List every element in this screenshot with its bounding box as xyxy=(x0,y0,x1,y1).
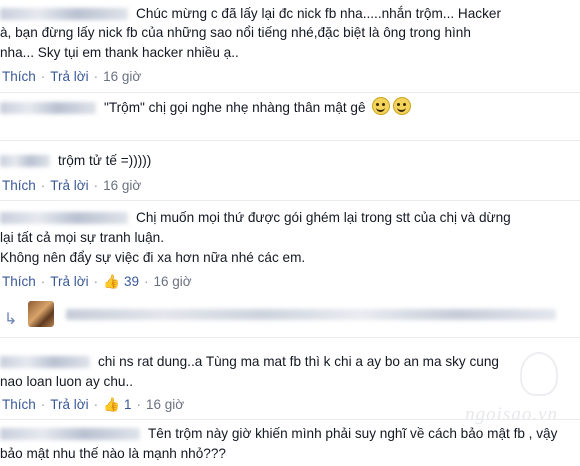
author-name[interactable] xyxy=(0,428,140,441)
divider xyxy=(0,337,580,338)
author-name[interactable] xyxy=(0,102,96,115)
like-count[interactable]: 1 xyxy=(124,397,132,412)
comment-actions: Thích · Trả lời · 👍 1 · 16 giờ xyxy=(2,397,185,412)
comment-text: Chúc mừng c đã lấy lại đc nick fb nha...… xyxy=(0,4,501,23)
author-name[interactable] xyxy=(0,8,128,21)
comment-text-line: nha... Sky tụi em thank hacker nhiều ạ.. xyxy=(0,45,239,60)
watermark: ngoisao.vn xyxy=(465,404,558,425)
reply-link[interactable]: Trả lời xyxy=(50,274,88,289)
timestamp[interactable]: 16 giờ xyxy=(146,397,184,412)
comment-3: trộm tử tế =))))) Thích · Trả lời · 16 giờ xyxy=(0,142,580,200)
like-link[interactable]: Thích xyxy=(2,274,36,289)
timestamp[interactable]: 16 giờ xyxy=(153,274,191,289)
comment-text-line: à, bạn đừng lấy nick fb của những sao nổ… xyxy=(0,25,471,40)
divider xyxy=(0,92,580,93)
laughing-emoji-icon xyxy=(372,97,391,115)
reply-thread[interactable]: ↳ xyxy=(0,297,580,337)
comment-text: Tên trộm này giờ khiến mình phải suy ngh… xyxy=(0,424,557,443)
comment-actions: Thích · Trả lời · 16 giờ xyxy=(2,69,142,84)
author-name[interactable] xyxy=(0,155,50,168)
thumbs-up-icon: 👍 xyxy=(103,397,120,412)
watermark-logo-icon xyxy=(520,352,558,396)
reply-arrow-icon: ↳ xyxy=(4,311,18,328)
comment-text-line: lại tất cả mọi sự tranh luận. xyxy=(0,230,164,245)
comment-text-line: nao loan luon ay chu.. xyxy=(0,374,134,389)
divider xyxy=(0,200,580,201)
timestamp[interactable]: 16 giờ xyxy=(103,69,141,84)
reply-author-name[interactable] xyxy=(66,309,556,320)
comment-2: "Trộm" chị gọi nghe nhẹ nhàng thân mật g… xyxy=(0,94,580,134)
comment-text: trộm tử tế =))))) xyxy=(0,151,151,170)
like-link[interactable]: Thích xyxy=(2,178,36,193)
divider xyxy=(0,140,580,141)
comment-actions: Thích · Trả lời · 👍 39 · 16 giờ xyxy=(2,274,192,289)
author-name[interactable] xyxy=(0,356,90,369)
comment-actions: Thích · Trả lời · 16 giờ xyxy=(2,178,142,193)
like-link[interactable]: Thích xyxy=(2,397,36,412)
comment-text-line: Không nên đẩy sự việc đi xa hơn nữa nhé … xyxy=(0,250,306,265)
comment-6: Tên trộm này giờ khiến mình phải suy ngh… xyxy=(0,421,580,466)
like-count[interactable]: 39 xyxy=(124,274,139,289)
laughing-emoji-icon xyxy=(393,97,412,115)
reply-link[interactable]: Trả lời xyxy=(50,178,88,193)
comment-4: Chị muốn mọi thứ được gói ghém lại trong… xyxy=(0,202,580,296)
comment-text: Chị muốn mọi thứ được gói ghém lại trong… xyxy=(0,208,511,227)
comment-1: Chúc mừng c đã lấy lại đc nick fb nha...… xyxy=(0,0,580,96)
thumbs-up-icon: 👍 xyxy=(103,274,120,289)
reply-link[interactable]: Trả lời xyxy=(50,397,88,412)
author-name[interactable] xyxy=(0,212,128,225)
reply-link[interactable]: Trả lời xyxy=(50,69,88,84)
comment-text: "Trộm" chị gọi nghe nhẹ nhàng thân mật g… xyxy=(0,97,412,117)
timestamp[interactable]: 16 giờ xyxy=(103,178,141,193)
comment-text-line: bảo mật nhu thế nào là mạnh nhỏ??? xyxy=(0,446,226,461)
avatar[interactable] xyxy=(28,301,54,327)
like-link[interactable]: Thích xyxy=(2,69,36,84)
comment-text: chi ns rat dung..a Tùng ma mat fb thì k … xyxy=(0,352,499,371)
